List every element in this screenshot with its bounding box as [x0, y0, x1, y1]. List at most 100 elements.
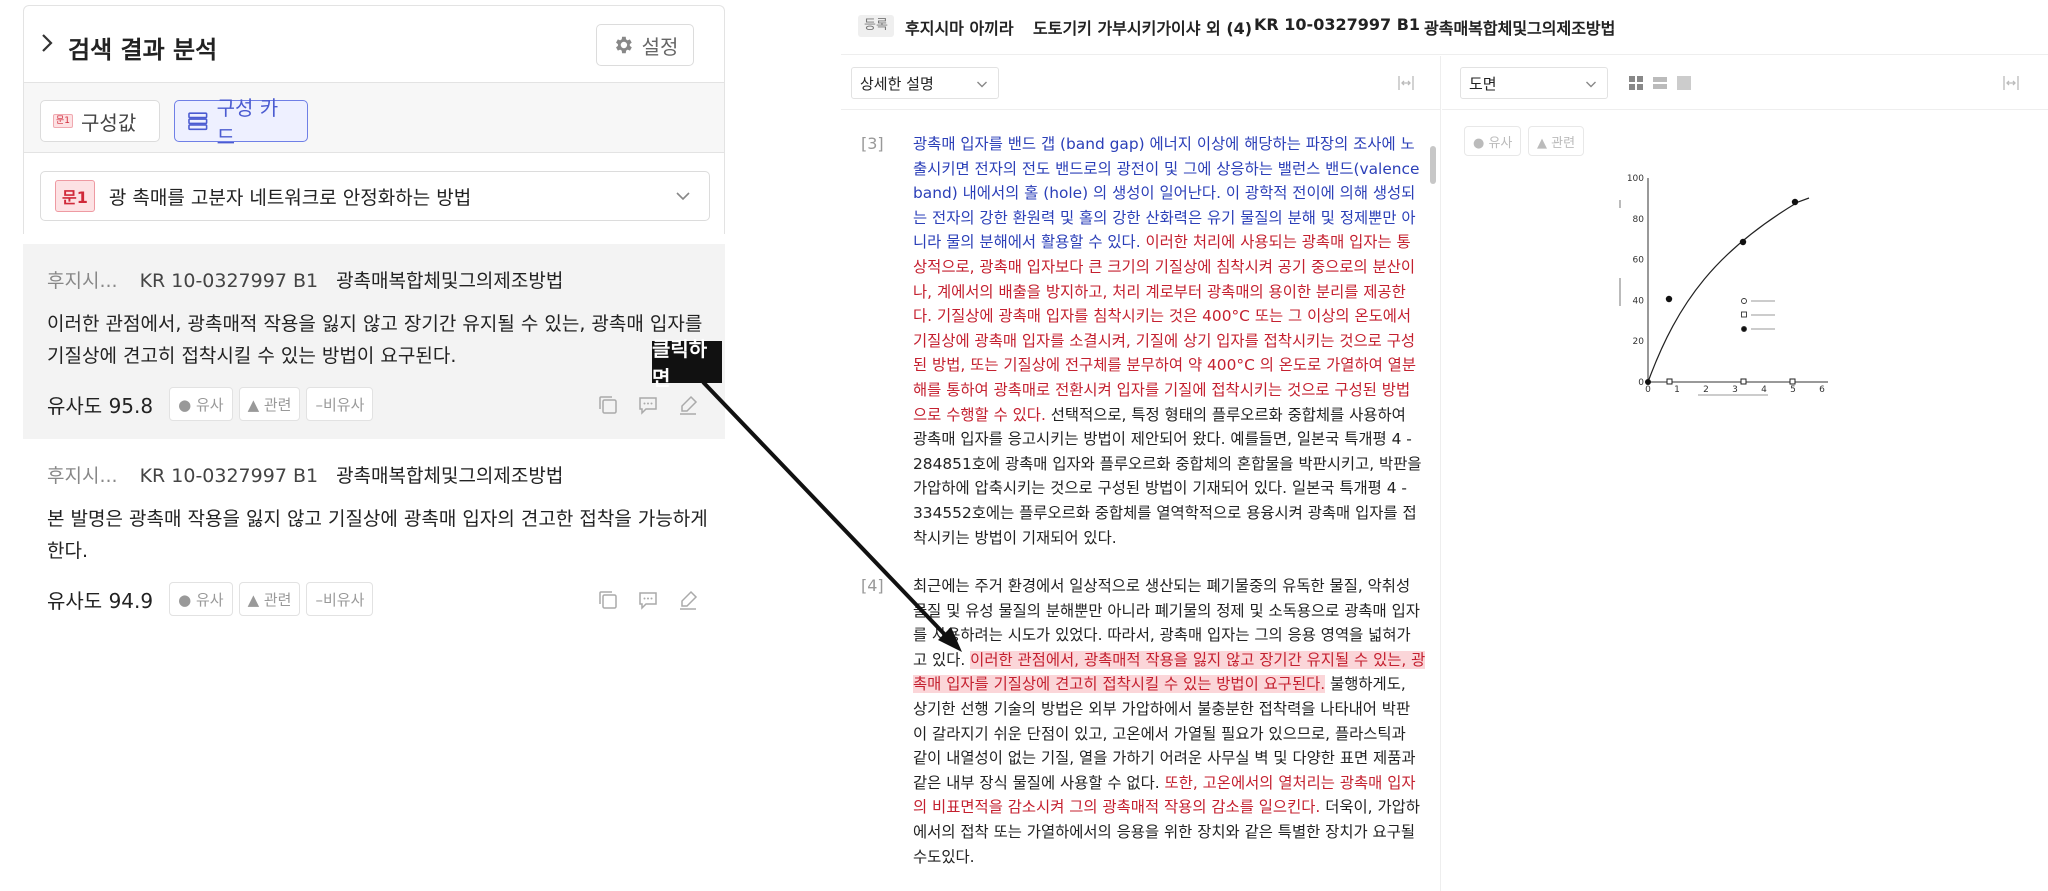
patent-number: KR 10-0327997 B1	[1254, 15, 1421, 34]
single-view-icon[interactable]	[1676, 75, 1692, 91]
result-patent-number: KR 10-0327997 B1	[139, 270, 319, 292]
highlighter-icon[interactable]	[677, 394, 699, 416]
config-value-tab[interactable]: 문1 구성값	[40, 100, 160, 142]
figure-y-tick-label: 40	[1633, 296, 1645, 306]
figure-curve	[1647, 197, 1810, 383]
paragraph-text: 334552호에는 플루오르화 중합체를 열역학적으로 용융시켜 광촉매 입자를…	[913, 503, 1417, 522]
figure-filled-points	[1645, 198, 1799, 385]
figure-y-tick-label: 60	[1633, 256, 1645, 266]
paragraph-text: 수도있다.	[913, 847, 975, 866]
figure-x-tick-label: 4	[1761, 385, 1767, 395]
section-select-value: 상세한 설명	[860, 74, 934, 93]
inventors[interactable]: 도토기키 가부시키가이샤 외 (4)	[1033, 15, 1252, 39]
tag-similar-button[interactable]: ● 유사	[169, 582, 233, 616]
paragraph-text: 불행하게도,	[1325, 675, 1406, 694]
card-actions	[597, 589, 699, 611]
paragraph-line: 284851호에 광촉매 입자와 플루오르화 중합체의 혼합물을 박판시키고, …	[913, 452, 1422, 477]
gear-icon	[615, 36, 632, 54]
paragraph-text: 된 방법, 또는 기질상에 전구체를 분무하여 약 400°C 의 온도로 가열…	[913, 356, 1416, 375]
tag-dissimilar-button[interactable]: –비유사	[306, 387, 374, 421]
similarity-value: 95.8	[108, 393, 154, 418]
paragraph-text: 에서의 접착 또는 가열하에서의 응용을 위한 장치와 같은 특별한 장치가 요…	[913, 822, 1416, 841]
paragraph-line: 같은 내부 장식 물질에 사용할 수 없다. 또한, 고온에서의 열처리는 광촉…	[913, 771, 1416, 796]
paragraph-line: 를 사용하려는 시도가 있었다. 따라서, 광촉매 입자는 그의 응용 영역을 …	[913, 623, 1413, 648]
paragraph-line: 촉매 입자를 기질상에 견고히 접착시킬 수 있는 방법이 요구된다. 불행하게…	[913, 672, 1413, 697]
paragraph-line: 에서의 접착 또는 가열하에서의 응용을 위한 장치와 같은 특별한 장치가 요…	[913, 820, 1416, 845]
paragraph-text: 니라 물의 분해에서 활용할 수 있다.	[913, 233, 1146, 252]
result-title: 광촉매복합체및그의제조방법	[336, 465, 564, 487]
drawing-tag-related-button[interactable]: ▲ 관련	[1528, 126, 1585, 156]
highlighted-text[interactable]: 촉매 입자를 기질상에 견고히 접착시킬 수 있는 방법이 요구된다.	[913, 675, 1326, 694]
paragraph-line: 기질상에 광촉매 입자를 소결시켜, 기질에 상기 입자를 접착시키는 것으로 …	[913, 329, 1416, 354]
figure-x-tick-label: 1	[1674, 385, 1680, 395]
paragraph-text: 광촉매 입자를 응고시키는 방법이 제안되어 왔다. 예를들면, 일본국 특개평…	[913, 430, 1412, 449]
figure-x-tick-label: 5	[1790, 385, 1796, 395]
paragraph-text: 고 있다.	[913, 650, 971, 669]
scrollbar-thumb[interactable]	[1430, 146, 1436, 184]
list-view-icon[interactable]	[1652, 75, 1668, 91]
split-view-icon[interactable]	[1398, 75, 1414, 91]
similarity-label: 유사도	[47, 588, 103, 613]
result-card[interactable]: 후지시... KR 10-0327997 B1 광촉매복합체및그의제조방법 본 발명…	[23, 439, 725, 634]
paragraph-line: band) 내에서의 홀 (hole) 의 생성이 일어난다. 이 광학적 전이…	[913, 181, 1416, 206]
tag-related-button[interactable]: ▲ 관련	[238, 582, 301, 616]
question-select[interactable]: 문1 광 촉매를 고분자 네트워크로 안정화하는 방법	[40, 171, 710, 221]
click-callout: 클릭하면	[652, 337, 722, 390]
paragraph-line: 물질 및 유성 물질의 분해뿐만 아니라 폐기물의 정제 및 소독용으로 광촉매…	[913, 599, 1420, 624]
drawing-select-value: 도면	[1469, 74, 1497, 93]
result-text: 이러한 관점에서, 광촉매적 작용을 잃지 않고 장기간 유지될 수 있는, 광…	[47, 313, 703, 367]
paragraph-line: 나, 계에서의 배출을 방지하고, 처리 계로부터 광촉매의 용이한 분리를 제…	[913, 280, 1413, 305]
paragraph-text: 같은 내부 장식 물질에 사용할 수 없다.	[913, 773, 1165, 792]
question-text: 광 촉매를 고분자 네트워크로 안정화하는 방법	[108, 186, 472, 209]
paragraph-text: 물질 및 유성 물질의 분해뿐만 아니라 폐기물의 정제 및 소독용으로 광촉매…	[913, 601, 1420, 620]
similarity-score: 유사도 95.8	[47, 390, 153, 419]
paragraph-line: 가압하에 압축시키는 것으로 구성된 방법이 기재되어 있다. 일본국 특개평 …	[913, 476, 1413, 501]
comment-icon[interactable]	[637, 589, 659, 611]
paragraph-text: 같이 내열성이 없는 기질, 열을 가하기 어려운 사무실 벽 및 다양한 표면…	[913, 749, 1416, 768]
paragraph-line: 상기한 선행 기술의 방법은 외부 가압하에서 불충분한 접착력을 나타내어 박…	[913, 697, 1413, 722]
drawing-pane: 도면 ● 유사 ▲ 관련 100 80 60 40 20 0 0 1 2 3 4 5 6	[1442, 56, 2048, 891]
paragraph-number: [3]	[861, 134, 884, 153]
tag-similar-button[interactable]: ● 유사	[169, 387, 233, 421]
result-author: 후지시...	[47, 465, 118, 487]
paragraph-text: 착시키는 방법이 기재되어 있다.	[913, 528, 1117, 547]
config-card-tab[interactable]: 구성 카드	[174, 96, 308, 149]
chevron-down-icon	[977, 81, 987, 88]
result-footer: 유사도 94.9 ● 유사 ▲ 관련 –비유사	[47, 582, 374, 616]
result-card[interactable]: 후지시... KR 10-0327997 B1 광촉매복합체및그의제조방법 이러한 …	[23, 244, 725, 439]
paragraph-text: 더욱이, 가압하	[1320, 798, 1420, 817]
document-header: 등록 후지시마 아끼라 도토기키 가부시키가이샤 외 (4) KR 10-032…	[841, 0, 2048, 55]
paragraph-text: 해를 통하여 광촉매로 전환시켜 입자를 기질에 접착시키는 것으로 구성된 방…	[913, 380, 1411, 399]
drawing-tag-similar-button[interactable]: ● 유사	[1464, 126, 1522, 156]
highlighter-icon[interactable]	[677, 589, 699, 611]
description-toolbar: 상세한 설명	[841, 56, 1441, 110]
figure-legend	[1741, 298, 1775, 332]
paragraph-line: 는 전자의 강한 환원력 및 홀의 강한 산화력은 유기 물질의 분해 및 정제…	[913, 206, 1416, 231]
section-select[interactable]: 상세한 설명	[851, 67, 999, 99]
figure-y-ticks: 100 80 60 40 20 0	[1627, 174, 1644, 388]
chevron-down-icon	[1586, 81, 1596, 88]
paragraph-text: 기질상에 광촉매 입자를 소결시켜, 기질에 상기 입자를 접착시키는 것으로 …	[913, 331, 1416, 350]
paragraph-text: 최근에는 주거 환경에서 일상적으로 생산되는 폐기물중의 유독한 물질, 악취…	[913, 577, 1411, 595]
paragraph-text: 상기한 선행 기술의 방법은 외부 가압하에서 불충분한 접착력을 나타내어 박…	[913, 699, 1411, 718]
config-value-badge: 문1	[53, 114, 74, 128]
settings-button[interactable]: 설정	[596, 24, 694, 66]
paragraph-line: 의 비표면적을 감소시켜 그의 광촉매적 작용의 감소를 일으킨다. 더욱이, …	[913, 795, 1420, 820]
figure-x-tick-label: 2	[1703, 385, 1709, 395]
paragraph-line: 된 방법, 또는 기질상에 전구체를 분무하여 약 400°C 의 온도로 가열…	[913, 353, 1416, 378]
copy-icon[interactable]	[597, 589, 619, 611]
paragraph-text: band) 내에서의 홀 (hole) 의 생성이 일어난다. 이 광학적 전이…	[913, 184, 1416, 203]
comment-icon[interactable]	[637, 394, 659, 416]
description-pane: 상세한 설명 [3] 광촉매 입자를 밴드 갭 (band gap) 에너지 이상…	[841, 56, 1441, 891]
chevron-right-icon[interactable]	[40, 32, 54, 54]
drawing-select[interactable]: 도면	[1460, 67, 1608, 99]
highlighted-text[interactable]: 이러한 관점에서, 광촉매적 작용을 잃지 않고 장기간 유지될 수 있는, 광	[970, 650, 1426, 669]
grid-view-icon[interactable]	[1628, 75, 1644, 91]
copy-icon[interactable]	[597, 394, 619, 416]
tag-related-button[interactable]: ▲ 관련	[238, 387, 301, 421]
paragraph-line: 수도있다.	[913, 845, 1413, 870]
tag-dissimilar-button[interactable]: –비유사	[306, 582, 374, 616]
figure-y-tick-label: 80	[1633, 215, 1645, 225]
paragraph-text: 는 전자의 강한 환원력 및 홀의 강한 산화력은 유기 물질의 분해 및 정제…	[913, 208, 1416, 227]
split-view-icon[interactable]	[2003, 75, 2019, 91]
